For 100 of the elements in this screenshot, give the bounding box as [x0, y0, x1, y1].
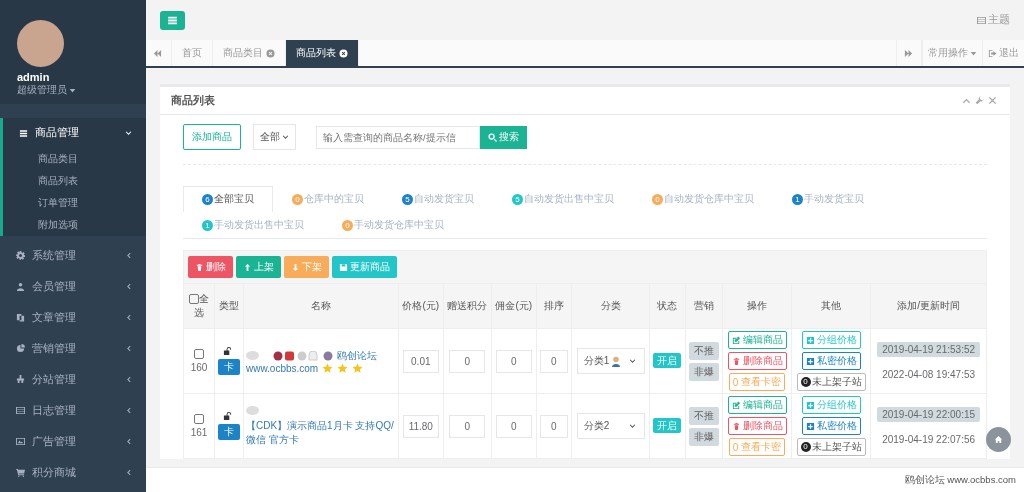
logout-icon	[988, 48, 997, 58]
marketing-badge[interactable]: 非爆	[688, 427, 719, 446]
column-header: 全选	[194, 293, 209, 318]
marketing-badge[interactable]: 不推	[688, 341, 719, 360]
up-button[interactable]: 上架	[236, 256, 281, 278]
trash-icon	[731, 421, 741, 431]
sort-field[interactable]: 0	[539, 349, 568, 373]
sitemap-icon	[16, 375, 25, 384]
edit-icon	[731, 335, 741, 345]
list-icon	[977, 15, 986, 25]
chevron-down-icon	[628, 357, 636, 365]
delete-product-button[interactable]: 删除商品	[727, 352, 787, 370]
sort-field[interactable]: 0	[539, 414, 568, 438]
theme-button[interactable]: 主题	[977, 13, 1010, 27]
updated-time: 2019-04-19 22:07:56	[882, 434, 976, 445]
row-checkbox[interactable]	[194, 414, 204, 424]
column-header: 类型	[214, 283, 244, 329]
menu-item[interactable]: 积分商城	[0, 457, 146, 488]
commission-field[interactable]: 0	[495, 349, 532, 373]
menu-item[interactable]: 分站管理	[0, 364, 146, 395]
caret-down-icon	[970, 49, 977, 57]
unlock-icon	[223, 412, 233, 421]
logout-button[interactable]: 退出	[982, 40, 1024, 66]
added-time: 2019-04-19 22:00:15	[877, 407, 981, 422]
submenu-item[interactable]: 附加选项	[3, 214, 146, 236]
list-icon	[16, 406, 25, 415]
thumbnail-placeholder	[245, 405, 259, 415]
user-role-dropdown[interactable]: 超级管理员	[17, 83, 76, 97]
type-badge: 卡	[217, 359, 240, 375]
filter-select[interactable]: 全部	[253, 124, 296, 150]
wrench-icon	[975, 96, 984, 105]
private-price-button[interactable]: 私密价格	[801, 352, 861, 370]
type-badge: 卡	[217, 424, 240, 440]
status-tab[interactable]: 1 手动发货宝贝	[773, 186, 883, 212]
close-button[interactable]	[988, 96, 999, 105]
chevron-down-icon	[282, 133, 289, 141]
status-tab[interactable]: 6 全部宝贝	[183, 186, 273, 212]
column-header: 操作	[722, 283, 792, 329]
price-field[interactable]: 11.80	[402, 414, 439, 438]
menu-item[interactable]: 会员管理	[0, 271, 146, 302]
delete-product-button[interactable]: 删除商品	[727, 417, 787, 435]
page-tab[interactable]: 首页	[172, 40, 213, 66]
column-header: 分类	[571, 283, 650, 329]
menu-icon	[19, 128, 28, 138]
menu-toggle-button[interactable]	[160, 10, 185, 30]
page-tab[interactable]: 商品列表	[286, 40, 359, 66]
status-tab[interactable]: 5 自动发货宝贝	[383, 186, 493, 212]
row-id: 160	[190, 362, 208, 373]
add-product-button[interactable]: 添加商品	[183, 124, 241, 150]
marketing-badge[interactable]: 非爆	[688, 362, 719, 381]
users-icon	[16, 282, 25, 291]
delete-button[interactable]: 删除	[188, 256, 233, 278]
category-select[interactable]: 分类2	[576, 413, 645, 439]
submenu-item[interactable]: 商品列表	[3, 170, 146, 192]
star-icon	[337, 362, 349, 374]
search-field[interactable]: 输入需查询的商品名称/提示信	[316, 125, 480, 149]
column-header: 价格(元)	[398, 283, 444, 329]
points-field[interactable]: 0	[449, 414, 486, 438]
submenu-item[interactable]: 商品类目	[3, 148, 146, 170]
edit-product-button[interactable]: 编辑商品	[727, 396, 787, 414]
select-all-checkbox[interactable]	[189, 294, 199, 305]
column-header: 其他	[791, 283, 871, 329]
copy-icon	[16, 313, 25, 322]
menu-item[interactable]: 广告管理	[0, 426, 146, 457]
submenu-item[interactable]: 订单管理	[3, 192, 146, 214]
trash-icon	[731, 356, 741, 366]
settings-button[interactable]	[975, 96, 986, 105]
edit-icon	[731, 400, 741, 410]
menu-item[interactable]: 营销管理	[0, 333, 146, 364]
commission-field[interactable]: 0	[495, 414, 532, 438]
unlock-icon	[223, 347, 233, 356]
menu-item[interactable]: 系统管理	[0, 240, 146, 271]
menu-item[interactable]: 文章管理	[0, 302, 146, 333]
pie-chart-icon	[16, 344, 25, 353]
menu-item[interactable]: 日志管理	[0, 395, 146, 426]
substation-button[interactable]: 0 未上架子站	[796, 373, 866, 391]
category-select[interactable]: 分类1	[576, 348, 645, 374]
product-url-link[interactable]: www.ocbbs.com	[245, 362, 319, 374]
common-actions-dropdown[interactable]: 常用操作	[922, 40, 982, 66]
arrow-up-icon	[243, 262, 252, 272]
search-button[interactable]: 搜索	[480, 125, 527, 149]
footer-text: 鸥创论坛 www.ocbbs.com	[904, 473, 1016, 487]
private-price-button[interactable]: 私密价格	[801, 417, 861, 435]
column-header: 名称	[243, 283, 399, 329]
product-name-link[interactable]: 鸥创论坛	[336, 348, 377, 363]
price-field[interactable]: 0.01	[402, 349, 439, 373]
updated-time: 2022-04-08 19:47:53	[882, 369, 976, 380]
edit-product-button[interactable]: 编辑商品	[727, 331, 787, 349]
menu-icon	[167, 14, 178, 26]
points-field[interactable]: 0	[449, 349, 486, 373]
star-icon	[352, 362, 364, 374]
user-name: admin	[17, 71, 50, 83]
row-checkbox[interactable]	[194, 349, 204, 359]
collapse-button[interactable]	[962, 96, 973, 105]
marketing-badge[interactable]: 不推	[688, 406, 719, 425]
caret-down-icon	[69, 86, 76, 94]
column-header: 佣金(元)	[491, 283, 537, 329]
menu-item[interactable]: 商品管理	[3, 118, 146, 148]
substation-button[interactable]: 0 未上架子站	[796, 438, 866, 456]
scroll-right-button[interactable]	[896, 40, 922, 66]
